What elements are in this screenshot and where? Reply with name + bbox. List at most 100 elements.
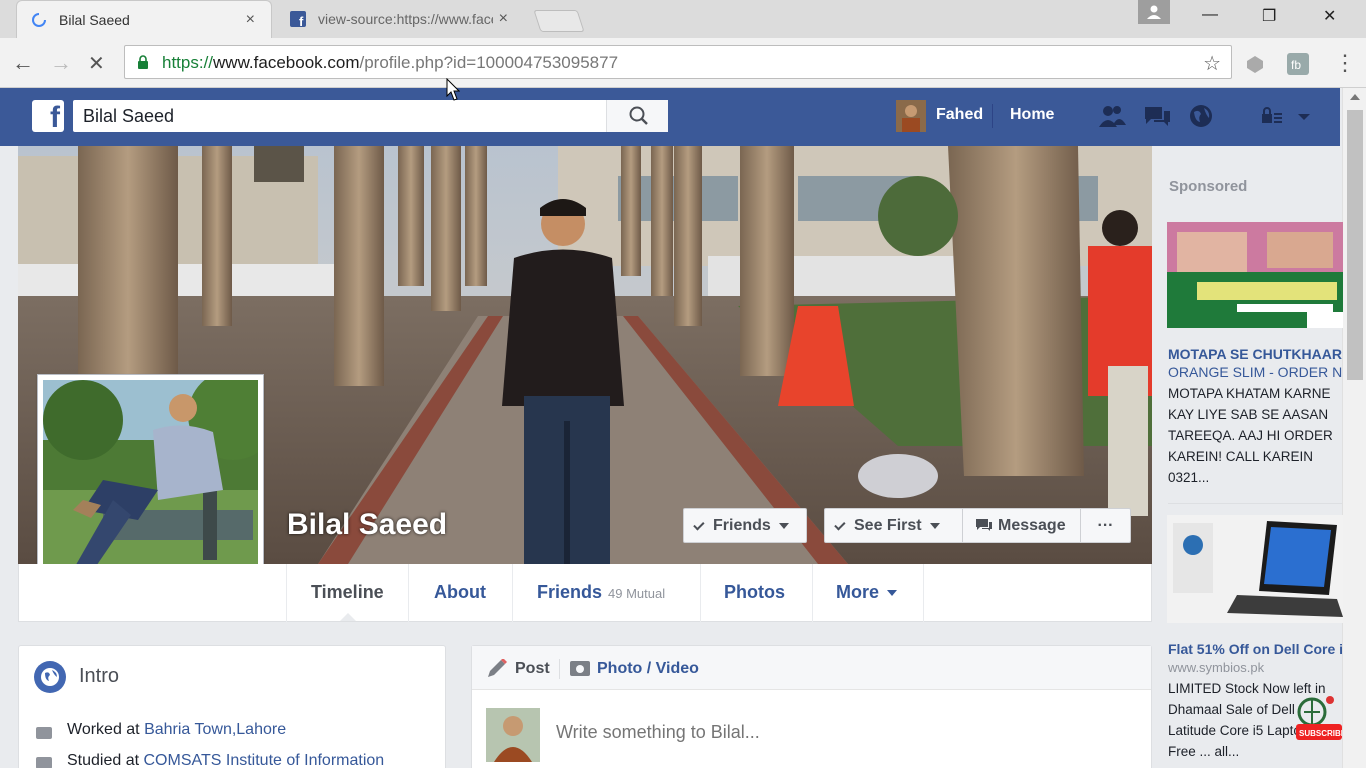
subscribe-watermark-icon: SUBSCRIBE bbox=[1296, 696, 1342, 740]
tab-bilal-saeed[interactable]: Bilal Saeed × bbox=[16, 0, 272, 38]
profile-picture-image bbox=[43, 380, 258, 595]
messages-icon[interactable] bbox=[1142, 103, 1172, 129]
composer-avatar bbox=[486, 708, 540, 762]
user-avatar[interactable] bbox=[896, 100, 926, 132]
scrollbar-thumb[interactable] bbox=[1347, 110, 1363, 380]
extension-fb-icon[interactable]: fb bbox=[1287, 53, 1309, 75]
facebook-logo-icon[interactable]: f bbox=[32, 100, 64, 134]
new-tab-button[interactable] bbox=[533, 10, 585, 32]
tab-close-icon[interactable]: × bbox=[246, 11, 255, 29]
lock-icon bbox=[138, 55, 148, 69]
education-info: Studied at COMSATS Institute of Informat… bbox=[67, 752, 384, 768]
pencil-icon bbox=[488, 659, 507, 677]
ad-domain[interactable]: www.symbios.pk bbox=[1168, 660, 1264, 675]
chevron-down-icon bbox=[887, 590, 898, 597]
tab-more-label: More bbox=[836, 582, 880, 602]
notifications-globe-icon[interactable] bbox=[1186, 103, 1216, 129]
tab-divider bbox=[700, 564, 701, 622]
globe-icon bbox=[34, 661, 66, 693]
url-path: /profile.php?id=100004753095877 bbox=[359, 53, 619, 72]
ad-body-text: MOTAPA KHATAM KARNE KAY LIYE SAB SE AASA… bbox=[1168, 386, 1333, 485]
url-host: www.facebook.com bbox=[213, 53, 360, 72]
message-icon bbox=[976, 519, 992, 531]
svg-text:fb: fb bbox=[1291, 58, 1301, 72]
mouse-cursor-icon bbox=[446, 78, 460, 101]
account-settings-icon[interactable] bbox=[1258, 103, 1314, 129]
search-icon bbox=[629, 106, 648, 125]
checkmark-icon bbox=[834, 519, 846, 531]
browser-profile-icon[interactable] bbox=[1138, 0, 1170, 24]
message-button[interactable]: Message bbox=[962, 508, 1081, 543]
back-button[interactable]: ← bbox=[12, 50, 34, 76]
profile-name[interactable]: Bilal Saeed bbox=[287, 508, 447, 542]
tab-divider bbox=[812, 564, 813, 622]
ad-image-motapa[interactable] bbox=[1167, 222, 1343, 328]
search-button[interactable] bbox=[606, 100, 668, 132]
friend-requests-icon[interactable] bbox=[1097, 103, 1127, 129]
tab-title: view-source:https://www.facebook.com/pro… bbox=[318, 11, 493, 27]
url-scheme: https:// bbox=[162, 53, 214, 72]
scroll-up-arrow-icon[interactable] bbox=[1350, 94, 1360, 100]
composer-photo-video-tab[interactable]: Photo / Video bbox=[597, 660, 699, 678]
tab-about[interactable]: About bbox=[434, 564, 486, 622]
tab-divider bbox=[512, 564, 513, 622]
intro-title: Intro bbox=[79, 665, 120, 687]
bookmark-star-icon[interactable]: ☆ bbox=[1203, 51, 1221, 76]
active-tab-pointer bbox=[340, 613, 356, 621]
work-prefix: Worked at bbox=[67, 721, 145, 738]
ad-headline[interactable]: Flat 51% Off on Dell Core i5 bbox=[1168, 640, 1342, 659]
ad-image-dell[interactable] bbox=[1167, 515, 1343, 623]
address-bar[interactable]: https://www.facebook.com/profile.php?id=… bbox=[124, 45, 1232, 79]
tab-view-source[interactable]: f view-source:https://www.facebook.com/p… bbox=[276, 0, 524, 38]
window-close-button[interactable]: ✕ bbox=[1323, 6, 1336, 26]
tab-divider bbox=[408, 564, 409, 622]
chrome-menu-icon[interactable]: ⋮ bbox=[1334, 50, 1356, 76]
browser-tab-strip: Bilal Saeed × f view-source:https://www.… bbox=[0, 0, 1366, 38]
composer-post-tab[interactable]: Post bbox=[515, 660, 550, 678]
ad-image-dell-graphic bbox=[1167, 515, 1343, 623]
tab-friends[interactable]: Friends 49 Mutual bbox=[537, 564, 665, 622]
friends-button[interactable]: Friends bbox=[683, 508, 807, 543]
see-first-button[interactable]: See First bbox=[824, 508, 963, 543]
composer-input[interactable] bbox=[556, 722, 1116, 743]
chevron-down-icon bbox=[778, 522, 789, 529]
search-input[interactable] bbox=[73, 100, 613, 132]
stop-button[interactable]: ✕ bbox=[88, 51, 105, 76]
forward-button[interactable]: → bbox=[50, 50, 72, 76]
composer-tab-divider bbox=[559, 659, 560, 679]
ad-divider bbox=[1168, 503, 1342, 504]
facebook-search bbox=[73, 100, 668, 132]
tab-more[interactable]: More bbox=[836, 564, 898, 622]
chevron-down-icon bbox=[929, 522, 940, 529]
tab-photos[interactable]: Photos bbox=[724, 564, 785, 622]
svg-text:SUBSCRIBE: SUBSCRIBE bbox=[1299, 729, 1342, 738]
svg-text:f: f bbox=[299, 14, 304, 27]
camera-icon bbox=[570, 661, 590, 676]
more-options-button[interactable]: ··· bbox=[1080, 508, 1131, 543]
minimize-button[interactable]: — bbox=[1202, 6, 1218, 24]
extension-icon[interactable] bbox=[1244, 53, 1266, 75]
work-link[interactable]: Bahria Town,Lahore bbox=[144, 721, 286, 738]
sponsored-heading: Sponsored bbox=[1169, 178, 1248, 195]
tab-friends-label: Friends bbox=[537, 582, 603, 602]
page-scrollbar[interactable] bbox=[1342, 88, 1366, 768]
mutual-friends-count: 49 Mutual bbox=[608, 586, 666, 601]
tab-title: Bilal Saeed bbox=[59, 12, 130, 28]
graduation-cap-icon bbox=[36, 757, 52, 768]
home-link[interactable]: Home bbox=[1010, 106, 1054, 124]
education-link[interactable]: COMSATS Institute of Information bbox=[144, 752, 385, 768]
see-first-button-label: See First bbox=[854, 517, 922, 534]
tab-close-icon[interactable]: × bbox=[499, 10, 508, 28]
friends-button-label: Friends bbox=[713, 517, 771, 534]
ad-subline[interactable]: ORANGE SLIM - ORDER NOW bbox=[1168, 364, 1342, 380]
briefcase-icon bbox=[36, 727, 52, 739]
ad-headline[interactable]: MOTAPA SE CHUTKHAARA bbox=[1168, 345, 1342, 364]
facebook-top-bar: f bbox=[0, 88, 1340, 146]
nav-divider bbox=[992, 104, 993, 128]
education-prefix: Studied at bbox=[67, 752, 144, 768]
user-name-link[interactable]: Fahed bbox=[936, 106, 983, 124]
browser-toolbar: ← → ✕ https://www.facebook.com/profile.p… bbox=[0, 38, 1366, 88]
tab-divider bbox=[923, 564, 924, 622]
restore-button[interactable]: ❐ bbox=[1262, 6, 1276, 26]
tab-divider bbox=[286, 564, 287, 622]
